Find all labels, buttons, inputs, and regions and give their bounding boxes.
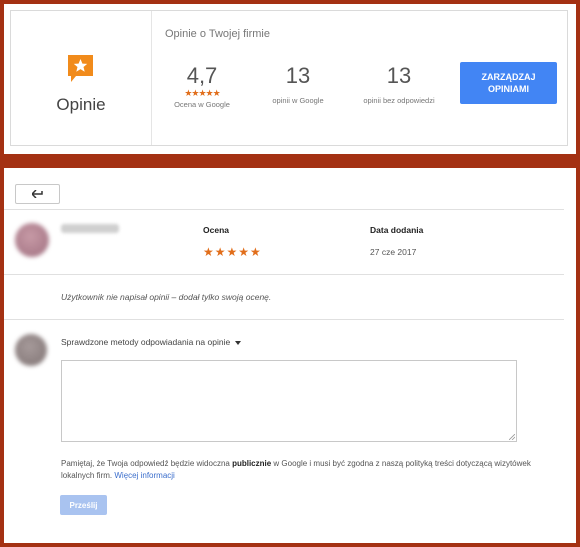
resize-grip-icon[interactable]	[509, 434, 515, 440]
reply-policy-note: Pamiętaj, że Twoja odpowiedź będzie wido…	[61, 458, 531, 482]
reviews-count-label: opinii w Google	[272, 96, 324, 105]
review-date: 27 cze 2017	[370, 247, 417, 257]
rating-value: 4,7	[186, 63, 218, 88]
unanswered-count-stat: 13 opinii bez odpowiedzi	[357, 63, 441, 106]
section-title: Opinie	[56, 95, 106, 114]
rating-column-header: Ocena	[203, 225, 229, 235]
review-detail-panel: Ocena ★★★★★ Data dodania 27 cze 2017 Uży…	[4, 168, 576, 543]
reviewer-avatar	[15, 223, 49, 257]
review-stars: ★★★★★	[203, 245, 262, 259]
divider	[4, 209, 564, 210]
rating-label: Ocena w Google	[174, 100, 230, 109]
unanswered-count-value: 13	[386, 63, 412, 88]
unanswered-count-label: opinii bez odpowiedzi	[363, 96, 435, 105]
back-button[interactable]	[15, 184, 60, 204]
reviewer-name	[61, 224, 119, 233]
reviews-count-stat: 13 opinii w Google	[258, 63, 338, 106]
divider	[4, 274, 564, 275]
policy-text: Pamiętaj, że Twoja odpowiedź będzie wido…	[61, 459, 233, 468]
summary-title: Opinie o Twojej firmie	[165, 28, 270, 40]
more-info-link[interactable]: Więcej informacji	[114, 471, 174, 480]
review-note: Użytkownik nie napisał opinii – dodał ty…	[61, 292, 272, 302]
rating-stars: ★★★★★	[184, 88, 220, 98]
review-star-icon	[68, 55, 93, 82]
reviews-summary-panel: Opinie Opinie o Twojej firmie 4,7 ★★★★★ …	[4, 4, 576, 154]
reviews-summary-card: Opinie Opinie o Twojej firmie 4,7 ★★★★★ …	[10, 10, 568, 146]
back-arrow-icon	[31, 190, 43, 198]
reviews-count-value: 13	[285, 63, 311, 88]
reply-textarea[interactable]	[61, 360, 517, 442]
chevron-down-icon	[235, 340, 242, 345]
divider	[4, 319, 564, 320]
rating-stat: 4,7 ★★★★★ Ocena w Google	[167, 63, 237, 110]
reply-methods-label: Sprawdzone metody odpowiadania na opinie	[61, 337, 231, 347]
policy-bold-text: publicznie	[232, 459, 272, 468]
owner-avatar	[15, 334, 47, 366]
manage-reviews-button[interactable]: ZARZĄDZAJ OPINIAMI	[460, 62, 557, 104]
reply-methods-dropdown[interactable]: Sprawdzone metody odpowiadania na opinie	[61, 337, 242, 347]
submit-button[interactable]: Prześlij	[60, 495, 107, 515]
date-column-header: Data dodania	[370, 225, 424, 235]
section-header: Opinie	[11, 11, 152, 145]
